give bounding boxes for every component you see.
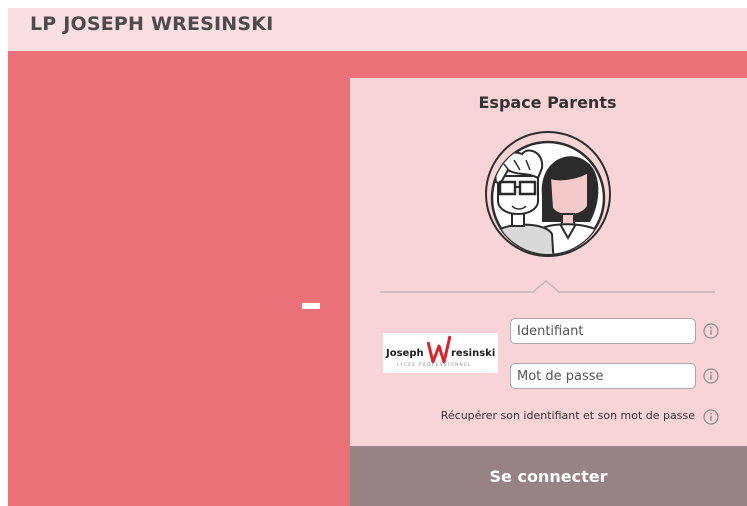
logo-word-joseph: Joseph [386, 348, 424, 359]
recover-credentials-link[interactable]: Récupérer son identifiant et son mot de … [380, 409, 695, 422]
info-icon[interactable] [703, 368, 719, 384]
login-id-field[interactable] [510, 318, 696, 344]
logo-word-resinski: resinski [451, 348, 496, 359]
parents-avatar-icon [485, 131, 611, 257]
separator-line [380, 280, 715, 293]
panel-title: Espace Parents [478, 93, 617, 112]
login-page: LP JOSEPH WRESINSKI Espace Parents Josep… [8, 8, 747, 506]
info-icon[interactable] [703, 323, 719, 339]
info-icon[interactable] [703, 409, 719, 425]
header-bar: LP JOSEPH WRESINSKI [8, 8, 747, 51]
logo-w-glyph [427, 335, 451, 364]
school-name-title: LP JOSEPH WRESINSKI [30, 13, 274, 35]
login-submit-button[interactable]: Se connecter [350, 446, 747, 506]
logo-subtitle: LYCÉE PROFESSIONNEL [397, 362, 472, 367]
dash-icon [302, 303, 320, 309]
parents-login-panel: Espace Parents Joseph resinski LYCÉE PRO… [350, 78, 747, 506]
school-logo: Joseph resinski LYCÉE PROFESSIONNEL [383, 333, 498, 373]
password-field[interactable] [510, 363, 696, 389]
